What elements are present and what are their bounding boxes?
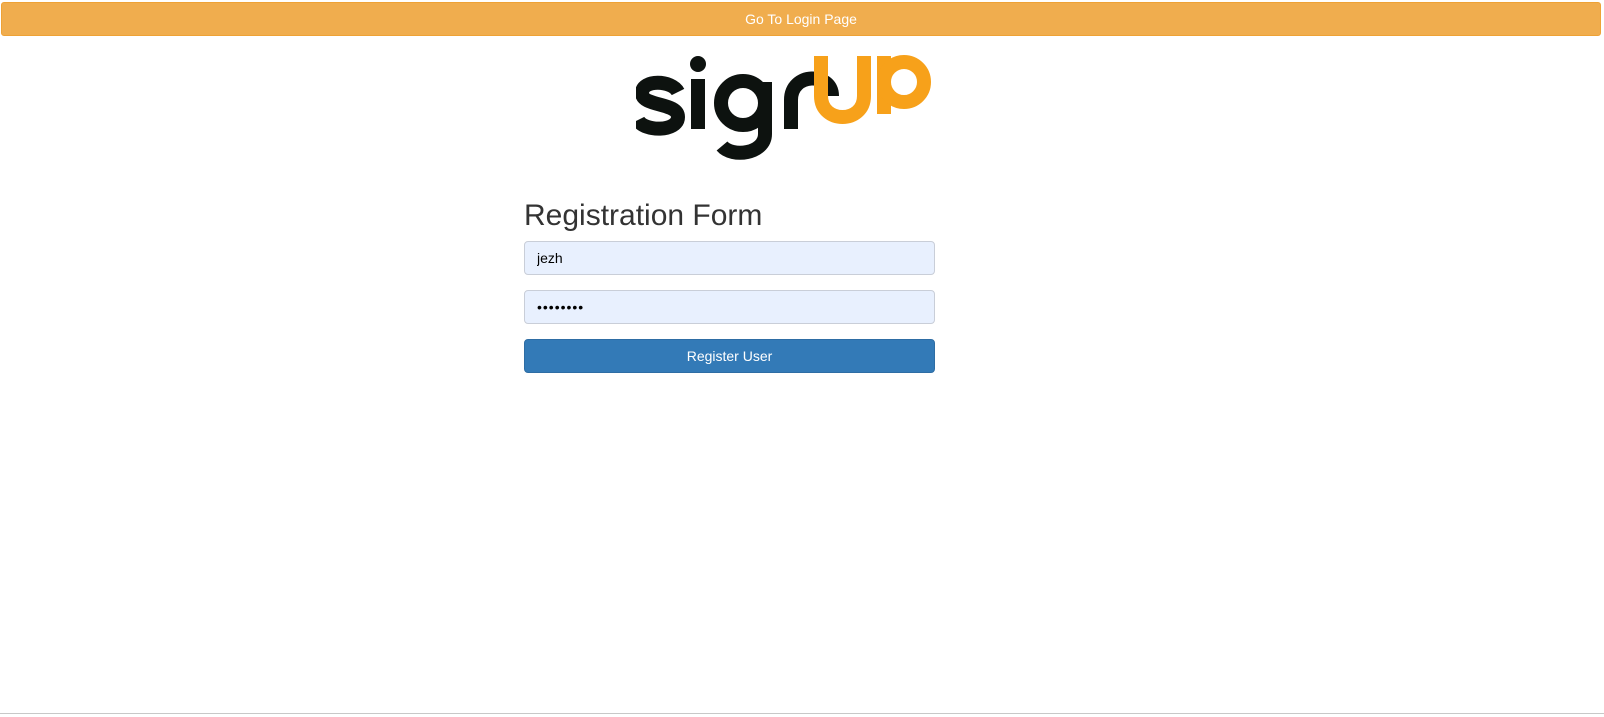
go-to-login-button[interactable]: Go To Login Page xyxy=(1,2,1601,36)
signup-logo xyxy=(636,52,932,162)
password-input[interactable] xyxy=(524,290,935,324)
register-user-button[interactable]: Register User xyxy=(524,339,935,373)
username-input[interactable] xyxy=(524,241,935,275)
form-title: Registration Form xyxy=(524,199,763,232)
footer-divider xyxy=(0,713,1604,714)
registration-form: Registration Form Register User xyxy=(524,196,935,373)
